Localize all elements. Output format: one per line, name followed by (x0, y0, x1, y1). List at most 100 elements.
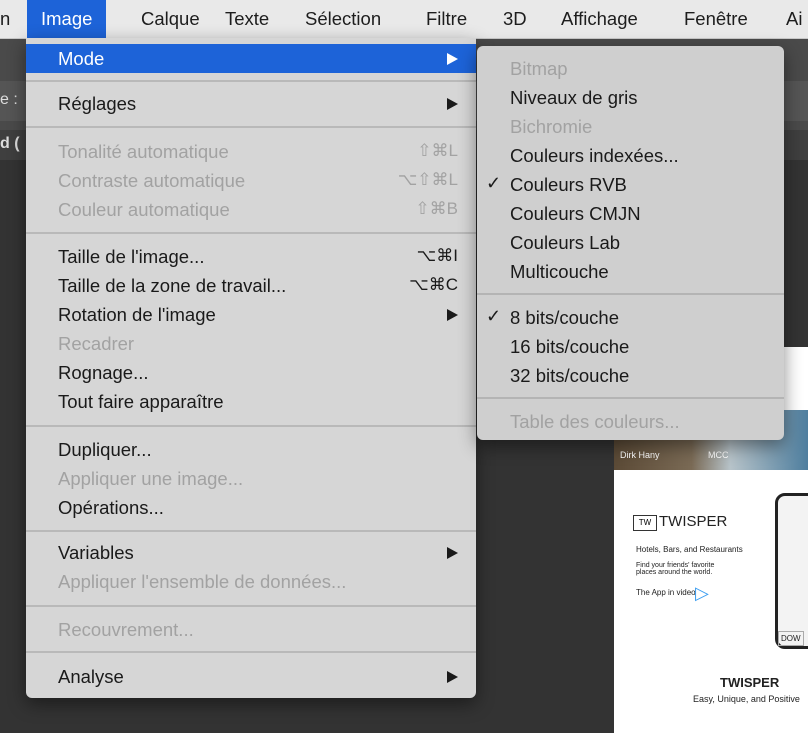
menu-item-label: Rognage... (58, 362, 149, 383)
menu-item-taille-image[interactable]: Taille de l'image... ⌥⌘I (26, 242, 476, 271)
menu-item-appliquer-ensemble: Appliquer l'ensemble de données... (26, 567, 476, 596)
menu-item-label: Taille de l'image... (58, 246, 205, 267)
submenu-item-label: Couleurs indexées... (510, 145, 679, 166)
menu-item-label: Analyse (58, 666, 124, 687)
menu-item-mode[interactable]: Mode (26, 44, 476, 73)
menu-shortcut: ⌥⌘I (416, 246, 458, 265)
mode-submenu: Bitmap Niveaux de gris Bichromie Couleur… (477, 46, 784, 440)
menu-item-label: Tonalité automatique (58, 141, 229, 162)
menu-item-label: Opérations... (58, 497, 164, 518)
menu-item-label: Taille de la zone de travail... (58, 275, 287, 296)
menu-shortcut: ⇧⌘L (417, 141, 458, 160)
submenu-item-table-des-couleurs: Table des couleurs... (477, 407, 784, 436)
submenu-item-bitmap: Bitmap (477, 54, 784, 83)
menu-item-reglages[interactable]: Réglages (26, 89, 476, 118)
menu-shortcut: ⌥⇧⌘L (397, 170, 458, 189)
menu-shortcut: ⌥⌘C (409, 275, 458, 294)
submenu-item-16-bits[interactable]: 16 bits/couche (477, 332, 784, 361)
menu-item-label: Variables (58, 542, 134, 563)
doc-tagline-3: The App in video (636, 588, 696, 597)
menu-item-tout-faire-apparaitre[interactable]: Tout faire apparaître (26, 387, 476, 416)
menu-item-label: Recouvrement... (58, 619, 194, 640)
menu-item-label: Contraste automatique (58, 170, 246, 191)
phone-mockup (775, 493, 808, 649)
photo-caption-2: MCC (708, 450, 729, 460)
menubar-item-aide-partial[interactable]: Ai (786, 0, 802, 38)
menubar-item-partial[interactable]: n (0, 0, 10, 38)
menu-bar: n Image Calque Texte Sélection Filtre 3D… (0, 0, 808, 39)
doc-tagline-2: Find your friends' favorite places aroun… (636, 562, 715, 576)
menu-item-couleur-auto: Couleur automatique ⇧⌘B (26, 195, 476, 224)
menu-item-variables[interactable]: Variables (26, 538, 476, 567)
menu-item-analyse[interactable]: Analyse (26, 662, 476, 691)
menu-separator (26, 425, 476, 427)
menu-item-dupliquer[interactable]: Dupliquer... (26, 435, 476, 464)
menubar-item-filtre[interactable]: Filtre (426, 0, 467, 38)
menu-separator (26, 126, 476, 128)
submenu-item-label: Couleurs RVB (510, 174, 627, 195)
submenu-arrow-icon (447, 309, 458, 321)
submenu-item-label: 16 bits/couche (510, 336, 630, 357)
menu-separator (26, 530, 476, 532)
submenu-item-label: Couleurs CMJN (510, 203, 641, 224)
menu-item-recadrer: Recadrer (26, 329, 476, 358)
menu-item-operations[interactable]: Opérations... (26, 493, 476, 522)
doc-brand-large: TWISPER (720, 675, 780, 690)
submenu-item-label: Couleurs Lab (510, 232, 621, 253)
submenu-arrow-icon (447, 98, 458, 110)
menu-item-label: Tout faire apparaître (58, 391, 224, 412)
submenu-item-label: Table des couleurs... (510, 411, 680, 432)
submenu-item-label: 32 bits/couche (510, 365, 630, 386)
submenu-item-couleurs-lab[interactable]: Couleurs Lab (477, 228, 784, 257)
menubar-item-affichage[interactable]: Affichage (561, 0, 638, 38)
submenu-item-multicouche[interactable]: Multicouche (477, 257, 784, 286)
download-button-partial: DOW (778, 631, 804, 646)
menu-item-rotation[interactable]: Rotation de l'image (26, 300, 476, 329)
menu-separator (26, 80, 476, 82)
menu-item-label: Réglages (58, 93, 137, 114)
menu-shortcut: ⇧⌘B (415, 199, 458, 218)
menu-separator (26, 232, 476, 234)
doc-slogan: Easy, Unique, and Positive (693, 694, 800, 704)
menu-item-appliquer-image: Appliquer une image... (26, 464, 476, 493)
menu-item-label: Dupliquer... (58, 439, 152, 460)
doc-tab-label[interactable]: d ( (0, 135, 20, 153)
menu-item-contraste-auto: Contraste automatique ⌥⇧⌘L (26, 166, 476, 195)
submenu-arrow-icon (447, 671, 458, 683)
doc-brand-small: TWISPER (659, 513, 728, 530)
submenu-item-couleurs-rvb[interactable]: ✓ Couleurs RVB (477, 170, 784, 199)
submenu-item-32-bits[interactable]: 32 bits/couche (477, 361, 784, 390)
menubar-item-texte[interactable]: Texte (225, 0, 269, 38)
submenu-item-8-bits[interactable]: ✓ 8 bits/couche (477, 303, 784, 332)
submenu-item-label: Bichromie (510, 116, 593, 137)
twisper-logo-icon: TW (633, 515, 657, 531)
submenu-item-bichromie: Bichromie (477, 112, 784, 141)
menu-item-rognage[interactable]: Rognage... (26, 358, 476, 387)
submenu-arrow-icon (447, 547, 458, 559)
checkmark-icon: ✓ (486, 173, 502, 193)
menu-item-tonalite-auto: Tonalité automatique ⇧⌘L (26, 137, 476, 166)
menu-item-label: Rotation de l'image (58, 304, 216, 325)
menubar-item-3d[interactable]: 3D (503, 0, 527, 38)
menubar-item-fenetre[interactable]: Fenêtre (684, 0, 748, 38)
options-label: e : (0, 91, 18, 108)
menu-item-label: Recadrer (58, 333, 135, 354)
submenu-item-niveaux-de-gris[interactable]: Niveaux de gris (477, 83, 784, 112)
submenu-item-label: 8 bits/couche (510, 307, 620, 328)
menubar-item-calque[interactable]: Calque (141, 0, 200, 38)
submenu-item-couleurs-indexees[interactable]: Couleurs indexées... (477, 141, 784, 170)
menu-item-label: Appliquer une image... (58, 468, 244, 489)
menubar-item-image[interactable]: Image (27, 0, 107, 38)
submenu-separator (477, 397, 784, 399)
menu-item-recouvrement: Recouvrement... (26, 615, 476, 644)
submenu-item-couleurs-cmjn[interactable]: Couleurs CMJN (477, 199, 784, 228)
menubar-item-selection[interactable]: Sélection (305, 0, 381, 38)
submenu-arrow-icon (447, 53, 458, 65)
menu-item-taille-zone[interactable]: Taille de la zone de travail... ⌥⌘C (26, 271, 476, 300)
menu-item-label: Appliquer l'ensemble de données... (58, 571, 347, 592)
submenu-item-label: Multicouche (510, 261, 609, 282)
menu-item-label: Couleur automatique (58, 199, 230, 220)
image-menu: Mode Réglages Tonalité automatique ⇧⌘L C… (26, 38, 476, 698)
submenu-item-label: Niveaux de gris (510, 87, 638, 108)
menu-separator (26, 605, 476, 607)
